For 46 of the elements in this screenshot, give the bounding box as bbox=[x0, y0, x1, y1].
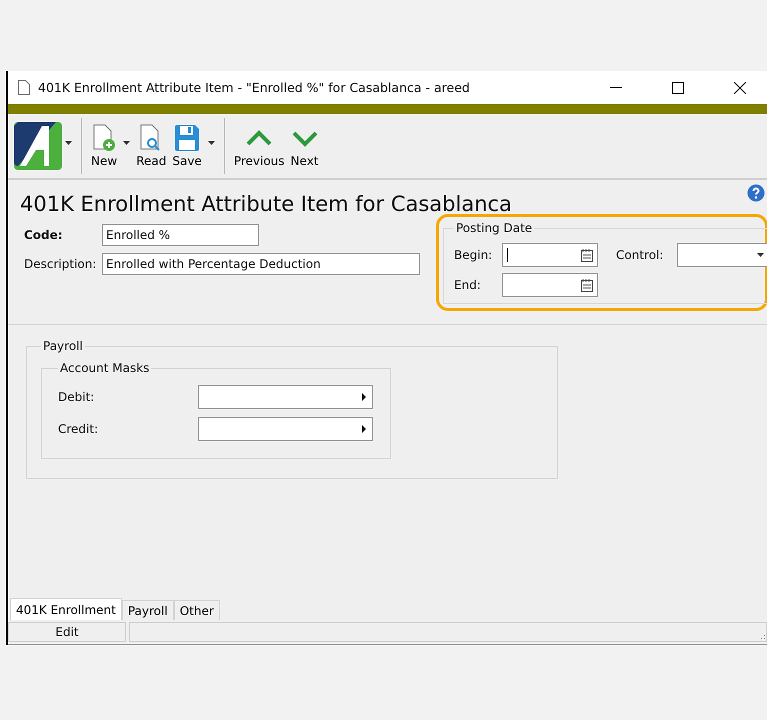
maximize-icon bbox=[672, 82, 684, 94]
mask-field[interactable] bbox=[198, 385, 373, 409]
caret-icon bbox=[65, 141, 72, 145]
new-document-icon bbox=[92, 124, 116, 152]
tab[interactable]: Payroll bbox=[122, 600, 174, 620]
help-icon[interactable] bbox=[747, 184, 765, 202]
caret-icon bbox=[362, 393, 366, 401]
caret-icon bbox=[757, 253, 764, 257]
save-icon bbox=[174, 124, 200, 152]
field-label: Code: bbox=[24, 228, 64, 242]
previous-button[interactable]: Previous bbox=[230, 124, 288, 168]
status-mode: Edit bbox=[8, 622, 126, 642]
dropdown-button[interactable] bbox=[62, 141, 75, 145]
calendar-icon[interactable] bbox=[581, 248, 593, 262]
field-label: Control: bbox=[616, 248, 664, 262]
close-icon bbox=[734, 82, 746, 94]
caret-icon bbox=[362, 425, 366, 433]
text-field[interactable]: Enrolled with Percentage Deduction bbox=[102, 253, 420, 275]
form-heading: 401K Enrollment Attribute Item for Casablanca bbox=[20, 192, 513, 216]
mask-field[interactable] bbox=[198, 417, 373, 441]
field-label: Debit: bbox=[58, 390, 96, 404]
minimize-icon bbox=[610, 86, 622, 88]
logo-icon[interactable] bbox=[14, 122, 62, 170]
field-label: Credit: bbox=[58, 422, 100, 436]
field-label: Description: bbox=[24, 257, 98, 271]
new-button[interactable]: New bbox=[88, 124, 120, 168]
window-title: 401K Enrollment Attribute Item - "Enrolled %" for Casablanca - areed bbox=[38, 80, 471, 95]
group-title: Payroll bbox=[42, 339, 84, 353]
group-title: Posting Date bbox=[455, 221, 534, 235]
group-title: Account Masks bbox=[59, 361, 150, 375]
tab[interactable]: Other bbox=[174, 600, 220, 620]
text-field[interactable]: Enrolled % bbox=[102, 224, 259, 246]
dropdown-field[interactable] bbox=[677, 243, 767, 267]
read-button[interactable]: Read bbox=[133, 124, 170, 168]
field-label: End: bbox=[454, 278, 482, 292]
field-label: Begin: bbox=[454, 248, 494, 262]
next-button[interactable]: Next bbox=[288, 124, 322, 168]
date-field[interactable] bbox=[502, 243, 598, 267]
calendar-icon[interactable] bbox=[581, 278, 593, 292]
date-field[interactable] bbox=[502, 273, 598, 297]
save-button[interactable]: Save bbox=[169, 124, 205, 168]
caret-icon bbox=[123, 141, 130, 145]
caret-icon bbox=[208, 141, 215, 145]
tab[interactable]: 401K Enrollment bbox=[10, 598, 122, 620]
resize-grip-icon[interactable] bbox=[758, 633, 766, 641]
document-icon bbox=[18, 80, 30, 95]
